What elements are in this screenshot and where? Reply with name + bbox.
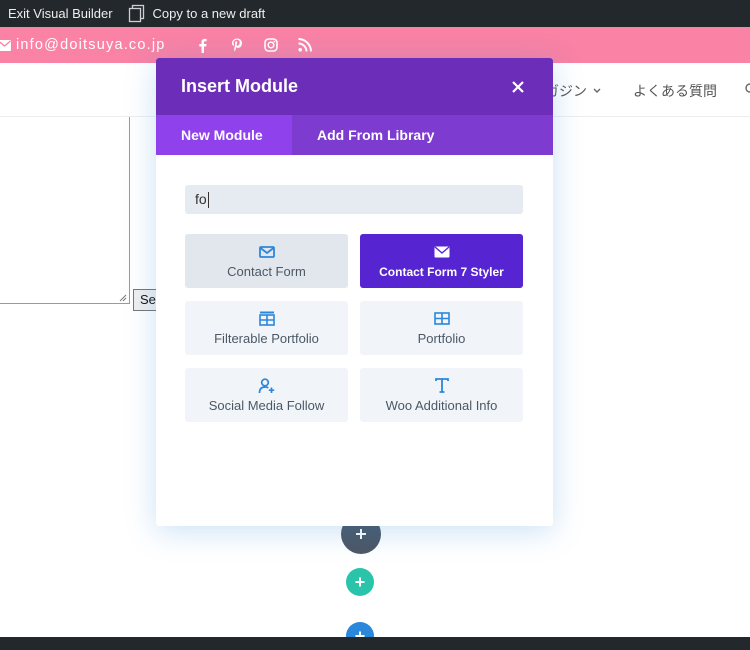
add-row-button[interactable] xyxy=(346,568,374,596)
insert-module-modal: Insert Module New Module Add From Librar… xyxy=(156,58,553,526)
module-woo-additional-info[interactable]: Woo Additional Info xyxy=(360,368,523,422)
modal-tabs: New Module Add From Library xyxy=(156,115,553,155)
tab-add-from-library[interactable]: Add From Library xyxy=(292,115,459,155)
module-search-input[interactable]: fo xyxy=(185,185,523,214)
close-icon xyxy=(512,80,524,93)
modal-header: Insert Module xyxy=(156,58,553,115)
send-button-label: Se xyxy=(140,292,156,307)
module-label: Portfolio xyxy=(417,330,466,346)
close-button[interactable] xyxy=(508,77,528,97)
copy-to-draft-label: Copy to a new draft xyxy=(152,6,266,21)
module-label: Contact Form xyxy=(227,263,306,279)
chevron-down-icon xyxy=(593,88,601,93)
partial-icon xyxy=(745,83,750,93)
nav-item-overflow[interactable] xyxy=(744,81,750,95)
envelope-icon xyxy=(258,243,275,261)
module-label: Social Media Follow xyxy=(208,397,325,413)
copy-to-draft-link[interactable]: Copy to a new draft xyxy=(127,0,266,27)
nav-faq-label: よくある質問 xyxy=(633,83,717,99)
nav-item-magazine[interactable]: ガジン xyxy=(545,81,604,101)
envelope-icon xyxy=(0,39,11,51)
envelope-icon xyxy=(434,243,450,261)
footer-bar xyxy=(0,637,750,650)
user-plus-icon xyxy=(258,377,276,395)
exit-visual-builder-link[interactable]: Exit Visual Builder xyxy=(0,0,113,27)
plus-icon xyxy=(356,529,366,539)
email-text: info@doitsuya.co.jp xyxy=(16,37,166,53)
module-contact-form-7-styler[interactable]: Contact Form 7 Styler xyxy=(360,234,523,288)
nav-item-faq[interactable]: よくある質問 xyxy=(633,81,717,101)
module-portfolio[interactable]: Portfolio xyxy=(360,301,523,355)
text-t-icon xyxy=(434,377,449,395)
admin-bar: Exit Visual Builder Copy to a new draft xyxy=(0,0,750,27)
exit-visual-builder-label: Exit Visual Builder xyxy=(8,6,113,21)
module-social-media-follow[interactable]: Social Media Follow xyxy=(185,368,348,422)
module-label: Contact Form 7 Styler xyxy=(379,264,504,279)
copy-icon xyxy=(128,4,144,23)
tab-new-module[interactable]: New Module xyxy=(156,115,292,155)
email-link[interactable]: info@doitsuya.co.jp xyxy=(0,37,166,53)
resize-grip-icon[interactable] xyxy=(117,292,127,302)
modal-title: Insert Module xyxy=(181,76,299,96)
text-caret xyxy=(207,192,209,209)
module-label: Filterable Portfolio xyxy=(214,330,319,346)
module-label: Woo Additional Info xyxy=(385,397,498,413)
search-value: fo xyxy=(195,191,207,207)
module-contact-form[interactable]: Contact Form xyxy=(185,234,348,288)
module-filterable-portfolio[interactable]: Filterable Portfolio xyxy=(185,301,348,355)
filterable-grid-icon xyxy=(258,310,275,328)
message-textarea[interactable] xyxy=(0,117,130,304)
plus-icon xyxy=(355,577,365,587)
grid-icon xyxy=(433,310,450,328)
